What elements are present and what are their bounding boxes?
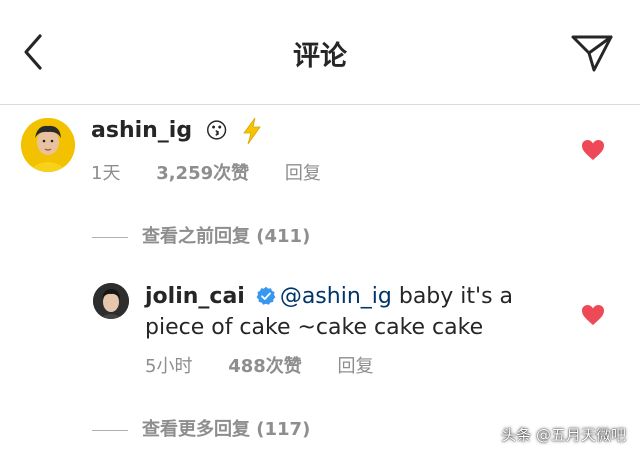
avatar-ashin[interactable]: [21, 118, 75, 172]
kissing-face-emoji: 😗: [205, 118, 229, 144]
comment-ashin: ashin_ig 😗: [91, 115, 263, 147]
divider-line: [92, 236, 128, 238]
reply-jolin: jolin_cai @ashin_ig baby it's a piece of…: [145, 281, 565, 343]
comment-likes[interactable]: 3,259次赞: [156, 159, 249, 185]
mention-link[interactable]: @ashin_ig: [280, 284, 392, 309]
heart-icon[interactable]: [581, 304, 605, 326]
reply-text-line1: baby it's a: [391, 284, 513, 309]
top-bar: 评论: [0, 0, 640, 105]
verified-badge-icon: [256, 286, 276, 305]
heart-icon[interactable]: [581, 139, 605, 161]
paper-plane-icon[interactable]: [570, 32, 614, 74]
reply-meta: 5小时 488次赞 回复: [145, 352, 404, 378]
comment-username[interactable]: ashin_ig: [91, 118, 192, 143]
avatar-jolin[interactable]: [93, 283, 129, 319]
reply-time: 5小时: [145, 356, 193, 377]
view-previous-replies[interactable]: 查看之前回复 (411): [92, 222, 310, 248]
divider-line: [92, 429, 128, 431]
watermark: 头条 @五月天微吧: [501, 426, 626, 444]
reply-text-line2: piece of cake ~cake cake cake: [145, 315, 484, 340]
view-more-replies[interactable]: 查看更多回复 (117): [92, 415, 310, 441]
view-previous-label: 查看之前回复 (411): [142, 226, 311, 247]
reply-username[interactable]: jolin_cai: [145, 284, 245, 309]
reply-button[interactable]: 回复: [338, 352, 374, 378]
lightning-bolt-icon: [243, 117, 261, 145]
page-title: 评论: [293, 41, 347, 72]
comment-meta: 1天 3,259次赞 回复: [91, 159, 351, 185]
comment-time: 1天: [91, 163, 121, 184]
view-more-label: 查看更多回复 (117): [142, 419, 311, 440]
reply-button[interactable]: 回复: [285, 159, 321, 185]
reply-likes[interactable]: 488次赞: [228, 352, 302, 378]
